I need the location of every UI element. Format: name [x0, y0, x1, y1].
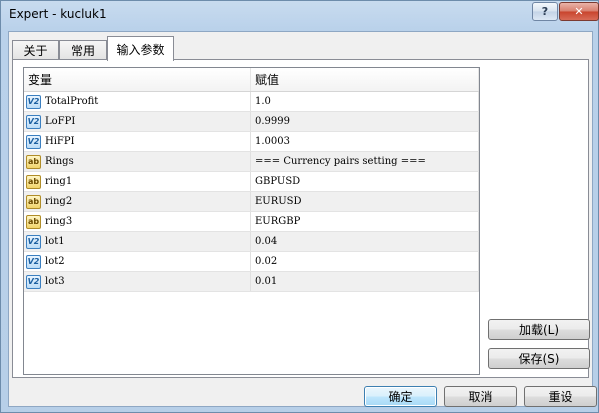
- variable-cell[interactable]: ab ring1: [24, 172, 251, 191]
- numeric-param-icon: V2: [26, 134, 41, 149]
- variable-name: TotalProfit: [45, 96, 99, 107]
- numeric-param-icon: V2: [26, 254, 41, 269]
- close-button[interactable]: ✕: [559, 2, 599, 21]
- variable-name: Rings: [45, 156, 74, 167]
- variable-cell[interactable]: V2 lot1: [24, 232, 251, 251]
- string-param-icon: ab: [26, 154, 41, 169]
- value-cell[interactable]: 1.0003: [251, 132, 479, 151]
- variable-cell[interactable]: V2 lot2: [24, 252, 251, 271]
- value-cell[interactable]: 0.9999: [251, 112, 479, 131]
- variable-name: lot1: [45, 236, 65, 247]
- table-row[interactable]: V2 lot2 0.02: [24, 252, 479, 272]
- variable-cell[interactable]: ab ring2: [24, 192, 251, 211]
- numeric-param-icon: V2: [26, 234, 41, 249]
- value-cell[interactable]: EURGBP: [251, 212, 479, 231]
- value-cell[interactable]: === Currency pairs setting ===: [251, 152, 479, 171]
- column-header-variable[interactable]: 变量: [24, 68, 251, 91]
- variable-cell[interactable]: ab Rings: [24, 152, 251, 171]
- value-cell[interactable]: 0.04: [251, 232, 479, 251]
- variable-name: ring2: [45, 196, 73, 207]
- dialog-window: Expert - kucluk1 ? ✕ 关于 常用 输入参数 变量 赋值 V2…: [0, 0, 599, 413]
- variable-name: lot2: [45, 256, 65, 267]
- numeric-param-icon: V2: [26, 114, 41, 129]
- table-row[interactable]: ab Rings === Currency pairs setting ===: [24, 152, 479, 172]
- table-row[interactable]: V2 TotalProfit 1.0: [24, 92, 479, 112]
- help-button[interactable]: ?: [532, 2, 558, 21]
- numeric-param-icon: V2: [26, 274, 41, 289]
- value-cell[interactable]: 0.01: [251, 272, 479, 291]
- column-header-value[interactable]: 赋值: [251, 68, 479, 91]
- parameters-table: 变量 赋值 V2 TotalProfit 1.0 V2 LoFPI 0.9999 V2 HiF…: [23, 67, 480, 375]
- dialog-client-area: 关于 常用 输入参数 变量 赋值 V2 TotalProfit 1.0 V2 LoFPI…: [8, 31, 597, 407]
- value-cell[interactable]: EURUSD: [251, 192, 479, 211]
- string-param-icon: ab: [26, 174, 41, 189]
- variable-name: ring1: [45, 176, 73, 187]
- tab-about[interactable]: 关于: [12, 40, 59, 60]
- value-cell[interactable]: 0.02: [251, 252, 479, 271]
- variable-name: HiFPI: [45, 136, 75, 147]
- reset-button[interactable]: 重设: [524, 386, 597, 407]
- cancel-button[interactable]: 取消: [444, 386, 517, 407]
- table-row[interactable]: ab ring2 EURUSD: [24, 192, 479, 212]
- load-button[interactable]: 加载(L): [488, 319, 590, 340]
- tab-panel-input-parameters: 变量 赋值 V2 TotalProfit 1.0 V2 LoFPI 0.9999 V2 HiF…: [12, 59, 590, 378]
- ok-button[interactable]: 确定: [364, 386, 437, 407]
- variable-cell[interactable]: V2 HiFPI: [24, 132, 251, 151]
- save-button[interactable]: 保存(S): [488, 348, 590, 369]
- table-row[interactable]: ab ring3 EURGBP: [24, 212, 479, 232]
- string-param-icon: ab: [26, 194, 41, 209]
- table-row[interactable]: V2 lot3 0.01: [24, 272, 479, 292]
- variable-name: lot3: [45, 276, 65, 287]
- tab-input-parameters[interactable]: 输入参数: [107, 36, 174, 61]
- tab-common[interactable]: 常用: [59, 40, 107, 60]
- string-param-icon: ab: [26, 214, 41, 229]
- title-bar[interactable]: Expert - kucluk1 ? ✕: [1, 1, 599, 31]
- variable-cell[interactable]: V2 lot3: [24, 272, 251, 291]
- table-header: 变量 赋值: [24, 68, 479, 92]
- table-row[interactable]: ab ring1 GBPUSD: [24, 172, 479, 192]
- table-row[interactable]: V2 LoFPI 0.9999: [24, 112, 479, 132]
- variable-name: ring3: [45, 216, 73, 227]
- table-body: V2 TotalProfit 1.0 V2 LoFPI 0.9999 V2 HiFPI 1.00…: [24, 92, 479, 292]
- variable-cell[interactable]: V2 TotalProfit: [24, 92, 251, 111]
- variable-cell[interactable]: V2 LoFPI: [24, 112, 251, 131]
- window-title: Expert - kucluk1: [9, 7, 107, 21]
- numeric-param-icon: V2: [26, 94, 41, 109]
- value-cell[interactable]: 1.0: [251, 92, 479, 111]
- variable-cell[interactable]: ab ring3: [24, 212, 251, 231]
- variable-name: LoFPI: [45, 116, 76, 127]
- value-cell[interactable]: GBPUSD: [251, 172, 479, 191]
- table-row[interactable]: V2 HiFPI 1.0003: [24, 132, 479, 152]
- table-row[interactable]: V2 lot1 0.04: [24, 232, 479, 252]
